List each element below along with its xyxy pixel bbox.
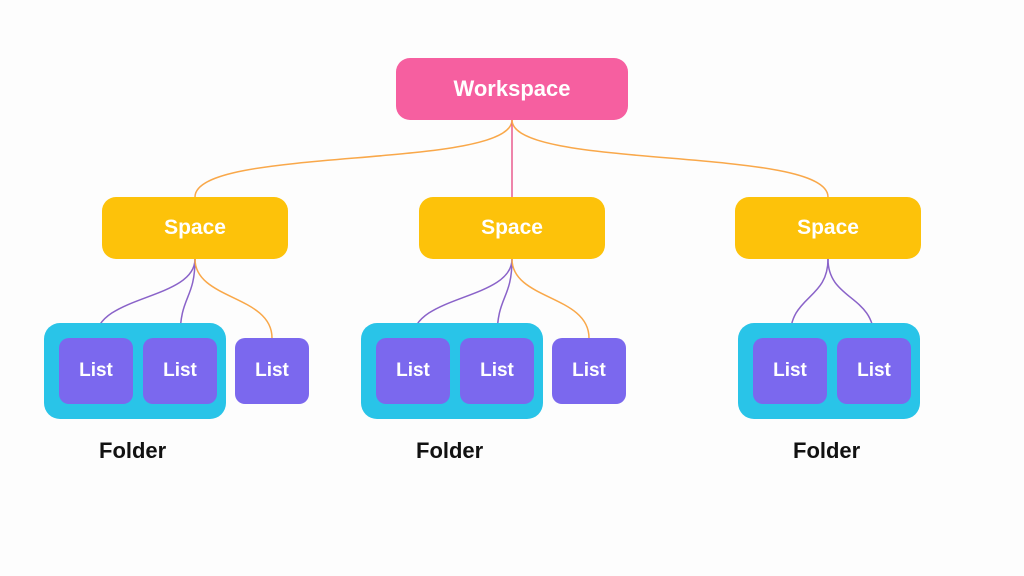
list-label-2-orphan: List [572,360,606,382]
space-label-2: Space [481,216,543,240]
space-node-2: Space [419,197,605,259]
list-node-1-1: List [59,338,133,404]
list-node-1-orphan: List [235,338,309,404]
list-label-3-2: List [857,360,891,382]
list-node-3-2: List [837,338,911,404]
space-node-3: Space [735,197,921,259]
list-label-1-orphan: List [255,360,289,382]
folder-label-2: Folder [416,438,483,464]
folder-label-1: Folder [99,438,166,464]
space-label-3: Space [797,216,859,240]
list-node-2-2: List [460,338,534,404]
workspace-label: Workspace [454,76,571,102]
list-node-1-2: List [143,338,217,404]
list-label-2-1: List [396,360,430,382]
space-label-1: Space [164,216,226,240]
list-label-1-1: List [79,360,113,382]
workspace-node: Workspace [396,58,628,120]
list-label-1-2: List [163,360,197,382]
list-node-3-1: List [753,338,827,404]
list-label-2-2: List [480,360,514,382]
space-node-1: Space [102,197,288,259]
hierarchy-diagram: Workspace Space Space Space List List Li… [0,0,1024,576]
list-node-2-1: List [376,338,450,404]
folder-label-3: Folder [793,438,860,464]
list-label-3-1: List [773,360,807,382]
list-node-2-orphan: List [552,338,626,404]
